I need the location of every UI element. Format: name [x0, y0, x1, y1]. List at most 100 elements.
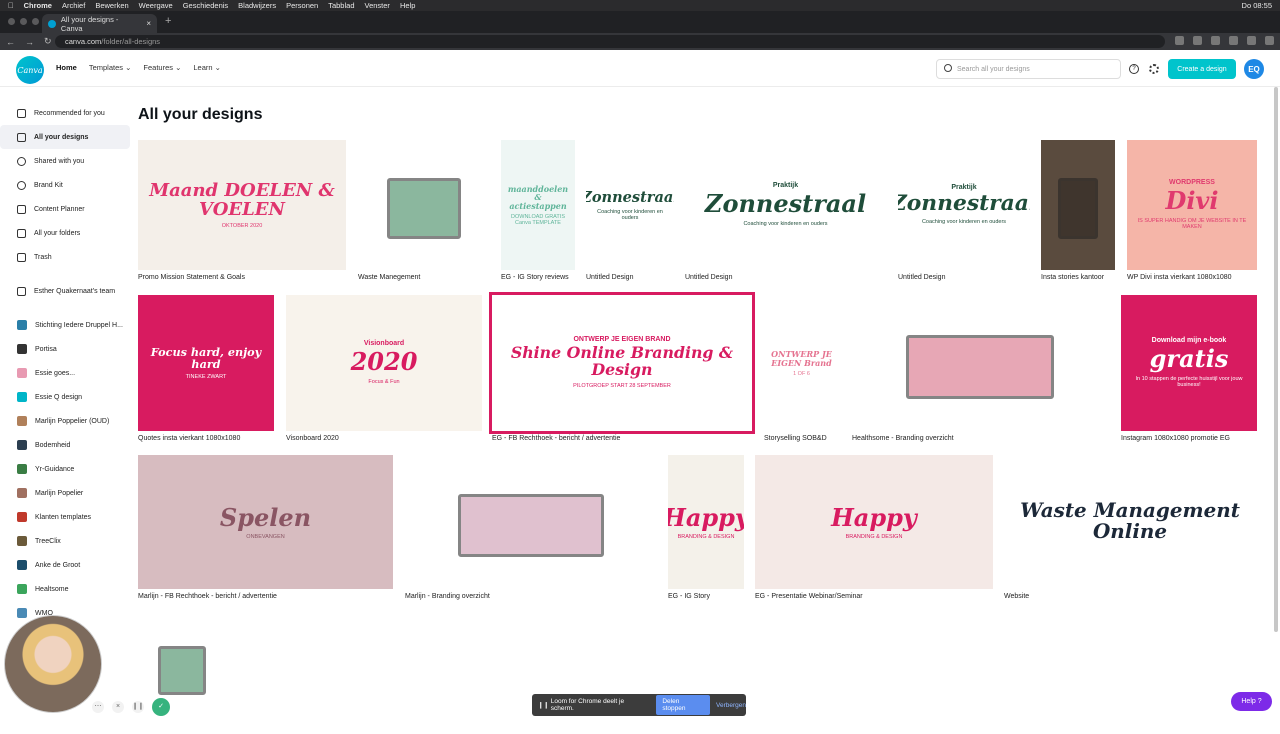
design-caption[interactable]: WP Divi insta vierkant 1080x1080 [1127, 274, 1232, 281]
design-caption[interactable]: Waste Manegement [358, 274, 420, 281]
design-thumbnail[interactable]: maanddoelen & actiestappen DOWNLOAD GRATI… [501, 140, 575, 270]
sidebar-team-item[interactable]: Essie Q design [0, 385, 130, 409]
design-card[interactable]: Focus hard, enjoy hard TINEKE ZWART Quotes… [138, 295, 274, 445]
nav-learn[interactable]: Learn ⌄ [193, 63, 221, 72]
browser-tab[interactable]: All your designs - Canva × [42, 14, 157, 33]
create-design-button[interactable]: Create a design [1168, 59, 1236, 79]
mac-menu-item[interactable]: Chrome [24, 1, 52, 10]
design-thumbnail[interactable]: Spelen ONBEVANGEN [138, 455, 393, 589]
design-caption[interactable]: Website [1004, 593, 1029, 600]
design-card[interactable]: ONTWERP JE EIGEN BRAND Shine Online Brand… [489, 292, 755, 445]
sidebar-team-item[interactable]: Marlijn Poppelier (OUD) [0, 409, 130, 433]
design-thumbnail[interactable]: Happy BRANDING & DESIGN [755, 455, 993, 589]
design-card[interactable]: Download mijn e-book gratis In 10 stappen … [1121, 295, 1257, 445]
design-thumbnail[interactable]: Focus hard, enjoy hard TINEKE ZWART [138, 295, 274, 431]
forward-icon[interactable]: → [25, 37, 34, 47]
design-thumbnail[interactable]: Praktijk Zonnestraal Coaching voor kindere… [685, 140, 886, 270]
avatar[interactable]: EQ [1244, 59, 1264, 79]
stop-sharing-button[interactable]: Delen stoppen [656, 695, 710, 715]
design-caption[interactable]: Insta stories kantoor [1041, 274, 1104, 281]
design-card[interactable]: Praktijk Zonnestraal Coaching voor kindere… [685, 140, 886, 284]
sidebar-team-item[interactable]: Portisa [0, 337, 130, 361]
extension-icons[interactable] [1175, 36, 1274, 45]
sidebar-team-item[interactable]: Bodemheid [0, 433, 130, 457]
mac-menu-item[interactable]: Venster [365, 1, 390, 10]
sidebar-item-recommended[interactable]: Recommended for you [0, 101, 130, 125]
design-caption[interactable]: EG - FB Rechthoek - bericht / advertenti… [492, 435, 620, 442]
design-caption[interactable]: Visonboard 2020 [286, 435, 339, 442]
design-thumbnail[interactable]: Zonnestraal Coaching voor kinderen en oud… [586, 140, 674, 270]
scrollbar[interactable] [1274, 87, 1278, 632]
design-thumbnail[interactable]: ONTWERP JE EIGEN BRAND Shine Online Brand… [489, 292, 755, 434]
webcam-bubble[interactable] [4, 615, 102, 713]
sidebar-team[interactable]: Esther Quakernaat's team [0, 279, 130, 303]
hide-button[interactable]: Verbergen [716, 702, 746, 709]
design-card[interactable]: Waste Manegement [358, 140, 490, 284]
cancel-recording-icon[interactable]: × [112, 701, 124, 713]
design-caption[interactable]: Quotes insta vierkant 1080x1080 [138, 435, 240, 442]
nav-home[interactable]: Home [56, 63, 77, 72]
sidebar-team-item[interactable]: Stichting Iedere Druppel H... [0, 313, 130, 337]
design-thumbnail[interactable]: Praktijk Zonnestraal Coaching voor kindere… [898, 140, 1030, 270]
design-thumbnail[interactable] [1041, 140, 1115, 270]
design-card[interactable]: maanddoelen & actiestappen DOWNLOAD GRATI… [501, 140, 575, 284]
design-card[interactable]: Happy BRANDING & DESIGN EG - IG Story [668, 455, 744, 603]
sidebar-team-item[interactable]: Yr-Guidance [0, 457, 130, 481]
design-thumbnail[interactable]: Waste Management Online [1004, 455, 1256, 589]
sidebar-item-content-planner[interactable]: Content Planner [0, 197, 130, 221]
apple-icon[interactable]:  [8, 1, 14, 10]
design-card[interactable]: Visionboard 2020 Focus & Fun Visonboard 202… [286, 295, 482, 445]
new-tab-icon[interactable]: + [165, 15, 171, 27]
mac-menu-item[interactable]: Weergave [139, 1, 173, 10]
design-card[interactable]: Zonnestraal Coaching voor kinderen en oud… [586, 140, 674, 284]
design-card[interactable]: Waste Management Online Website [1004, 455, 1256, 603]
sidebar-team-item[interactable]: TreeClix [0, 529, 130, 553]
nav-templates[interactable]: Templates ⌄ [89, 63, 132, 72]
search-input[interactable]: Search all your designs [936, 59, 1121, 79]
finish-recording-icon[interactable]: ✓ [152, 698, 170, 716]
pause-icon[interactable]: ❙❙ [132, 701, 144, 713]
sidebar-item-brand-kit[interactable]: Brand Kit [0, 173, 130, 197]
mac-menu-item[interactable]: Personen [286, 1, 318, 10]
design-card[interactable]: Healthsome - Branding overzicht [852, 295, 1108, 445]
design-thumbnail[interactable]: ONTWERP JE EIGEN Brand 1 OF 6 [764, 295, 839, 431]
sidebar-item-shared[interactable]: Shared with you [0, 149, 130, 173]
gear-icon[interactable] [1149, 64, 1159, 74]
sidebar-item-folders[interactable]: All your folders [0, 221, 130, 245]
design-card[interactable]: Happy BRANDING & DESIGN EG - Presentatie W… [755, 455, 993, 603]
mac-menu-item[interactable]: Help [400, 1, 415, 10]
close-tab-icon[interactable]: × [146, 19, 151, 28]
mac-menu-item[interactable]: Bladwijzers [238, 1, 276, 10]
design-thumbnail[interactable]: Visionboard 2020 Focus & Fun [286, 295, 482, 431]
design-caption[interactable]: Marlijn - Branding overzicht [405, 593, 490, 600]
design-card[interactable]: Spelen ONBEVANGEN Marlijn - FB Rechthoek -… [138, 455, 393, 603]
more-icon[interactable]: ⋯ [92, 701, 104, 713]
design-card[interactable] [138, 614, 226, 734]
design-thumbnail[interactable]: WORDPRESS Divi IS SUPER HANDIG OM JE WEBSI… [1127, 140, 1257, 270]
design-caption[interactable]: Untitled Design [898, 274, 945, 281]
design-caption[interactable]: EG - IG Story [668, 593, 710, 600]
sidebar-item-all-designs[interactable]: All your designs [0, 125, 130, 149]
design-caption[interactable]: Untitled Design [685, 274, 732, 281]
design-card[interactable]: Insta stories kantoor [1041, 140, 1115, 284]
mac-menu-item[interactable]: Geschiedenis [183, 1, 228, 10]
pause-share-icon[interactable]: ❙❙ [538, 701, 549, 709]
design-thumbnail[interactable] [852, 295, 1108, 431]
sidebar-team-item[interactable]: Anke de Groot [0, 553, 130, 577]
back-icon[interactable]: ← [6, 37, 15, 47]
sidebar-team-item[interactable]: Klanten templates [0, 505, 130, 529]
design-caption[interactable]: Marlijn - FB Rechthoek - bericht / adver… [138, 593, 277, 600]
design-card[interactable]: Marlijn - Branding overzicht [405, 455, 657, 603]
sidebar-item-trash[interactable]: Trash [0, 245, 130, 269]
design-caption[interactable]: EG - Presentatie Webinar/Seminar [755, 593, 863, 600]
design-caption[interactable]: Healthsome - Branding overzicht [852, 435, 954, 442]
design-caption[interactable]: EG - IG Story reviews [501, 274, 569, 281]
address-bar[interactable]: canva.com/folder/all-designs [55, 35, 1165, 48]
design-caption[interactable]: Untitled Design [586, 274, 633, 281]
design-thumbnail[interactable]: Happy BRANDING & DESIGN [668, 455, 744, 589]
design-card[interactable]: Maand DOELEN & VOELEN OKTOBER 2020 Promo M… [138, 140, 346, 284]
help-icon[interactable]: ? [1129, 64, 1139, 74]
sidebar-team-item[interactable]: Essie goes... [0, 361, 130, 385]
mac-menu-item[interactable]: Bewerken [95, 1, 128, 10]
sidebar-team-item[interactable]: Marlijn Popelier [0, 481, 130, 505]
